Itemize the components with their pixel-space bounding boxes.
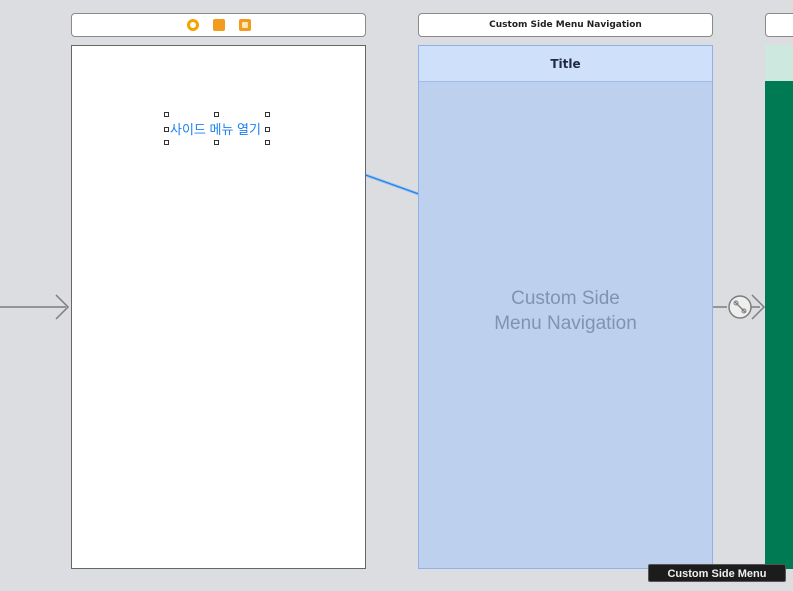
navigation-controller-scene[interactable]: Title Custom Side Menu Navigation <box>418 45 713 569</box>
segue-arrow[interactable] <box>713 294 766 320</box>
placeholder-line-1: Custom Side <box>511 288 620 309</box>
resize-handle[interactable] <box>265 112 270 117</box>
first-responder-icon[interactable] <box>212 19 225 31</box>
side-menu-scene-top-bar <box>765 45 793 81</box>
scene-tooltip: Custom Side Menu <box>648 564 786 582</box>
side-menu-scene[interactable] <box>765 45 793 569</box>
resize-handle[interactable] <box>265 127 270 132</box>
resize-handle[interactable] <box>214 112 219 117</box>
resize-handle[interactable] <box>214 140 219 145</box>
resize-handle[interactable] <box>164 140 169 145</box>
resize-handle[interactable] <box>164 127 169 132</box>
view-controller-icon[interactable] <box>186 19 199 31</box>
resize-handle[interactable] <box>265 140 270 145</box>
scene-title: Custom Side Menu Navigation <box>489 20 642 30</box>
scene-title-bar[interactable]: Custom Side Menu Navigation <box>418 13 713 37</box>
placeholder-line-2: Menu Navigation <box>494 313 637 334</box>
initial-controller-arrow[interactable] <box>0 294 70 320</box>
open-side-menu-button[interactable]: 사이드 메뉴 열기 <box>168 120 263 140</box>
resize-handle[interactable] <box>164 112 169 117</box>
navigation-bar[interactable]: Title <box>419 46 712 82</box>
scene-dock-bar-3[interactable] <box>765 13 793 37</box>
scene-dock-bar[interactable] <box>71 13 366 37</box>
navigation-title: Title <box>550 56 581 71</box>
exit-icon[interactable] <box>238 19 251 31</box>
scene-placeholder-label: Custom Side Menu Navigation <box>419 286 712 336</box>
